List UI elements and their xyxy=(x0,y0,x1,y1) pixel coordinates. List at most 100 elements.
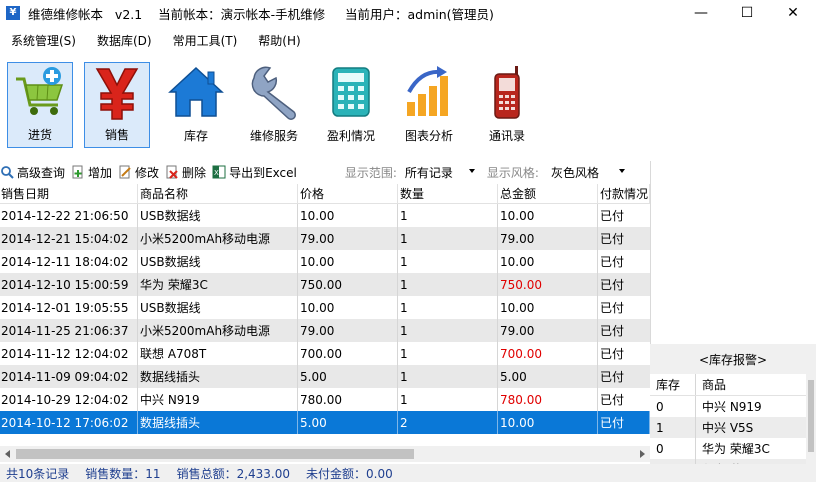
cell-total: 10.00 xyxy=(498,411,598,434)
sales-grid: 销售日期 商品名称 价格 数量 总金额 付款情况 2014-12-22 21:0… xyxy=(0,184,650,434)
inventory-column-stock[interactable]: 库存 xyxy=(650,374,696,395)
right-panel xyxy=(650,161,816,344)
maximize-button[interactable]: ☐ xyxy=(724,0,770,26)
scroll-right-icon[interactable] xyxy=(640,450,645,458)
column-header-qty[interactable]: 数量 xyxy=(398,184,498,203)
cell-qty: 1 xyxy=(398,296,498,319)
scroll-left-icon[interactable] xyxy=(5,450,10,458)
cell-qty: 1 xyxy=(398,227,498,250)
inventory-row[interactable]: 0 华为 荣耀3C xyxy=(650,438,816,459)
export-excel-button[interactable]: X 导出到Excel xyxy=(212,164,297,181)
table-row[interactable]: 2014-12-01 19:05:55 USB数据线 10.00 1 10.00 已付 xyxy=(0,296,650,319)
toolbar-profit[interactable]: 盈利情况 xyxy=(318,62,384,148)
cell-payment: 已付 xyxy=(598,411,650,434)
inventory-stock: 0 xyxy=(650,438,696,459)
range-select[interactable]: 所有记录 xyxy=(405,163,477,181)
add-label: 增加 xyxy=(88,165,113,180)
toolbar-inventory[interactable]: 库存 xyxy=(163,62,229,148)
toolbar-contacts-label: 通讯录 xyxy=(488,129,525,143)
cell-payment: 已付 xyxy=(600,324,625,338)
horizontal-scrollbar[interactable] xyxy=(0,446,650,462)
toolbar-inventory-label: 库存 xyxy=(183,129,208,143)
table-row[interactable]: 2014-11-09 09:04:02 数据线插头 5.00 1 5.00 已付 xyxy=(0,365,650,388)
menu-tools[interactable]: 常用工具(T) xyxy=(162,32,248,49)
advanced-query-button[interactable]: 高级查询 xyxy=(0,164,65,181)
style-value: 灰色风格 xyxy=(550,165,599,180)
inventory-alert-title: <库存报警> xyxy=(650,344,816,374)
close-button[interactable]: ✕ xyxy=(770,0,816,26)
cell-name: 小米5200mAh移动电源 xyxy=(138,319,298,342)
cell-price: 10.00 xyxy=(298,296,398,319)
cell-payment: 已付 xyxy=(600,278,625,292)
table-row[interactable]: 2014-10-29 12:04:02 中兴 N919 780.00 1 780.00 已… xyxy=(0,388,650,411)
toolbar-sales-label: 销售 xyxy=(104,128,129,142)
style-select[interactable]: 灰色风格 xyxy=(551,163,627,181)
cell-qty: 2 xyxy=(398,411,498,434)
toolbar-chart[interactable]: 图表分析 xyxy=(396,62,462,148)
column-header-payment[interactable]: 付款情况 xyxy=(598,184,650,203)
house-icon xyxy=(168,66,224,117)
table-row[interactable]: 2014-12-21 15:04:02 小米5200mAh移动电源 79.00 1 79… xyxy=(0,227,650,250)
minimize-button[interactable]: — xyxy=(678,0,724,26)
table-row[interactable]: 2014-12-11 18:04:02 USB数据线 10.00 1 10.00 已付 xyxy=(0,250,650,273)
grid-body: 2014-12-22 21:06:50 USB数据线 10.00 1 10.00 已付 20… xyxy=(0,204,650,434)
toolbar-profit-label: 盈利情况 xyxy=(326,129,375,143)
toolbar-contacts[interactable]: 通讯录 xyxy=(474,62,540,148)
cell-name: 数据线插头 xyxy=(138,411,298,434)
scroll-thumb[interactable] xyxy=(808,380,814,452)
table-row[interactable]: 2014-11-25 21:06:37 小米5200mAh移动电源 79.00 1 79… xyxy=(0,319,650,342)
menu-system[interactable]: 系统管理(S) xyxy=(0,32,86,49)
toolbar-repair[interactable]: 维修服务 xyxy=(241,62,307,148)
magnifier-icon xyxy=(0,165,14,179)
cell-date: 2014-12-21 15:04:02 xyxy=(0,227,138,250)
menu-database[interactable]: 数据库(D) xyxy=(86,32,162,49)
cell-qty: 1 xyxy=(398,342,498,365)
inventory-header: 库存 商品 xyxy=(650,374,816,396)
column-header-price[interactable]: 价格 xyxy=(298,184,398,203)
table-row[interactable]: 2014-10-12 17:06:02 数据线插头 5.00 2 10.00 已付 xyxy=(0,411,650,434)
cell-payment: 已付 xyxy=(600,393,625,407)
add-button[interactable]: 增加 xyxy=(71,164,112,181)
status-unpaid: 未付金额：0.00 xyxy=(306,466,393,481)
action-bar: 高级查询 增加 修改 删除 X 导出到Excel 显示范围: 所有记录 显示风格… xyxy=(0,161,650,183)
column-header-date[interactable]: 销售日期 xyxy=(0,184,138,203)
table-row[interactable]: 2014-12-22 21:06:50 USB数据线 10.00 1 10.00 已付 xyxy=(0,204,650,227)
cell-price: 10.00 xyxy=(298,204,398,227)
vertical-scrollbar[interactable] xyxy=(806,374,816,464)
cell-name: 数据线插头 xyxy=(138,365,298,388)
column-header-total[interactable]: 总金额 xyxy=(498,184,598,203)
calculator-icon xyxy=(332,67,370,117)
table-row[interactable]: 2014-12-10 15:00:59 华为 荣耀3C 750.00 1 750.00 已… xyxy=(0,273,650,296)
delete-document-icon xyxy=(165,165,179,179)
table-row[interactable]: 2014-11-12 12:04:02 联想 A708T 700.00 1 700.00… xyxy=(0,342,650,365)
mobile-phone-icon xyxy=(494,66,520,119)
cell-name: 联想 A708T xyxy=(138,342,298,365)
cell-date: 2014-11-12 12:04:02 xyxy=(0,342,138,365)
inventory-stock: 0 xyxy=(650,396,696,417)
inventory-row[interactable]: 1 中兴 V5S xyxy=(650,417,816,438)
inventory-row[interactable]: 0 中兴 N919 xyxy=(650,396,816,417)
cell-date: 2014-10-12 17:06:02 xyxy=(0,411,138,434)
range-label: 显示范围: xyxy=(344,165,397,180)
window-controls: — ☐ ✕ xyxy=(678,0,816,26)
toolbar-sales[interactable]: 销售 xyxy=(84,62,150,148)
toolbar-purchase[interactable]: 进货 xyxy=(7,62,73,148)
cell-date: 2014-11-09 09:04:02 xyxy=(0,365,138,388)
cell-total: 750.00 xyxy=(498,273,598,296)
yen-icon xyxy=(95,68,139,120)
column-header-name[interactable]: 商品名称 xyxy=(138,184,298,203)
delete-button[interactable]: 删除 xyxy=(165,164,206,181)
export-excel-label: 导出到Excel xyxy=(229,165,297,180)
add-document-icon xyxy=(71,165,85,179)
cell-total: 5.00 xyxy=(498,365,598,388)
status-total: 销售总额：2,433.00 xyxy=(176,466,291,481)
cell-price: 780.00 xyxy=(298,388,398,411)
inventory-column-name[interactable]: 商品 xyxy=(696,374,796,395)
chevron-down-icon xyxy=(618,169,625,173)
edit-button[interactable]: 修改 xyxy=(118,164,159,181)
cell-date: 2014-12-01 19:05:55 xyxy=(0,296,138,319)
menu-help[interactable]: 帮助(H) xyxy=(247,32,310,49)
cell-payment: 已付 xyxy=(600,232,625,246)
cell-date: 2014-12-22 21:06:50 xyxy=(0,204,138,227)
scroll-thumb[interactable] xyxy=(16,449,414,459)
